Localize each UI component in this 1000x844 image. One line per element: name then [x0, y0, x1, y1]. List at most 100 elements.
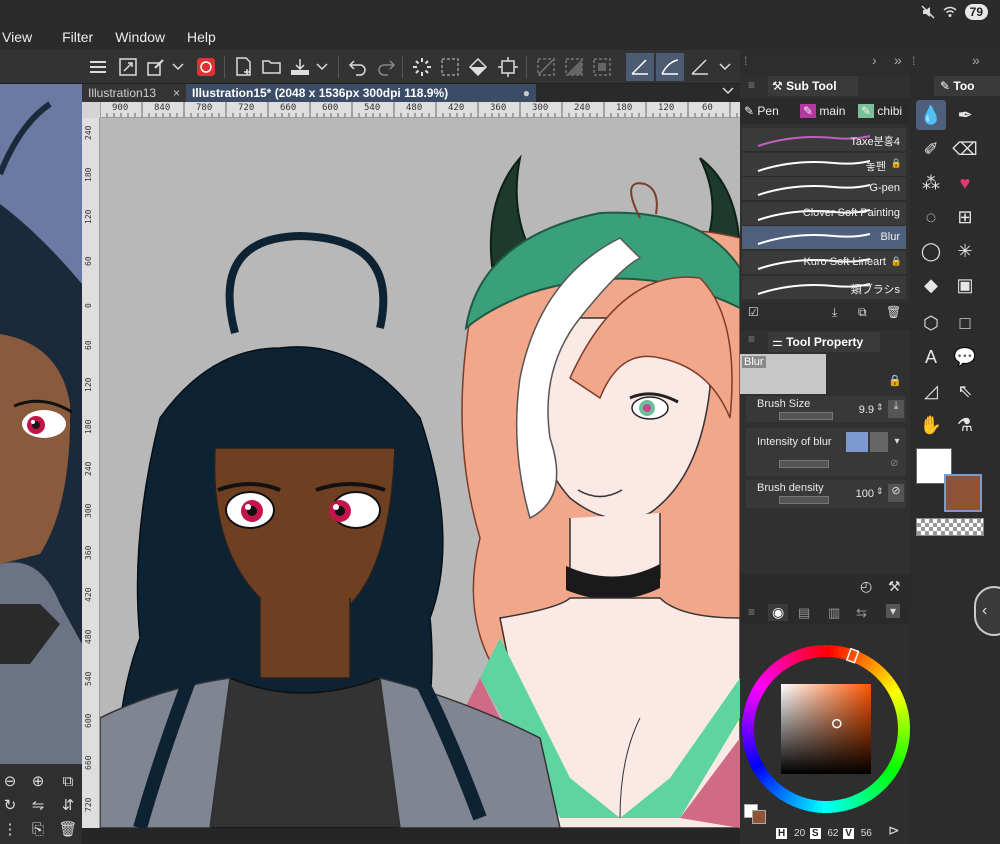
panel-menu-icon[interactable]: ≡: [748, 78, 755, 92]
stepper-icon[interactable]: ⇕: [876, 486, 884, 497]
menu-filter[interactable]: Filter: [40, 24, 101, 50]
drag-handle-icon[interactable]: ⁞: [744, 54, 747, 68]
blur-mode-alt-icon[interactable]: [870, 432, 888, 452]
color-set-tab-icon[interactable]: ▤: [798, 605, 810, 621]
pen-tool-icon[interactable]: ✒: [950, 100, 980, 130]
wrench-icon[interactable]: ⚒: [888, 578, 901, 595]
subtool-tab[interactable]: ⚒ Sub Tool: [768, 76, 858, 96]
chevron-down-icon[interactable]: ▾: [886, 604, 901, 618]
color-wheel-tab-icon[interactable]: ◉: [768, 604, 789, 621]
tab-main[interactable]: ✎ main: [800, 100, 845, 122]
tool-property-tab[interactable]: ⚌ Tool Property: [768, 332, 880, 352]
trash-icon[interactable]: 🗑: [886, 305, 901, 319]
brush-size-row[interactable]: Brush Size 9.9 ⇕ ⤓: [746, 396, 906, 422]
save-icon[interactable]: [288, 55, 312, 79]
quick-access-icon[interactable]: [144, 55, 168, 79]
chevron-down-icon[interactable]: [716, 55, 734, 79]
transparent-color-swatch[interactable]: [916, 518, 984, 536]
fill-icon[interactable]: [466, 55, 490, 79]
eraser-tool-icon[interactable]: ⌫: [950, 134, 980, 164]
main-canvas[interactable]: [100, 118, 740, 828]
lock-icon[interactable]: 🔒: [888, 374, 902, 387]
snap-grid-icon[interactable]: [688, 55, 712, 79]
select-all-icon[interactable]: [590, 55, 614, 79]
marker-tool-icon[interactable]: ✐: [916, 134, 946, 164]
companion-icon[interactable]: [194, 55, 218, 79]
brush-item[interactable]: 놓펜 🔒: [742, 152, 906, 177]
menu-window[interactable]: Window: [101, 24, 173, 50]
redo-icon[interactable]: [374, 55, 398, 79]
blur-mode-icon[interactable]: [846, 432, 868, 452]
brush-size-slider[interactable]: [779, 412, 833, 420]
clear-selection-icon[interactable]: [534, 55, 558, 79]
grid-globe-icon[interactable]: ⊞: [950, 202, 980, 232]
tab-illustration15[interactable]: Illustration15* (2048 x 1536px 300dpi 11…: [186, 84, 536, 102]
tab-chibi[interactable]: ✎ chibi: [858, 100, 902, 122]
chevron-down-icon[interactable]: [170, 55, 186, 79]
brush-item[interactable]: Kuro Soft Lineart 🔒: [742, 251, 906, 275]
hamburger-icon[interactable]: [86, 55, 110, 79]
brush-item[interactable]: 類ブラシs: [742, 275, 906, 300]
heart-decoration-icon[interactable]: ♥: [950, 168, 980, 198]
double-chevron-right-icon[interactable]: »: [972, 52, 980, 68]
sub-color-swatch[interactable]: [944, 474, 982, 512]
rotate-icon[interactable]: ↻: [0, 796, 20, 816]
double-chevron-right-icon[interactable]: »: [894, 52, 902, 68]
brush-item[interactable]: G-pen: [742, 177, 906, 202]
brush-density-row[interactable]: Brush density 100 ⇕ ⊘: [746, 480, 906, 508]
intermediate-color-tab-icon[interactable]: ▥: [828, 605, 840, 621]
brush-item[interactable]: Clover Soft Painting: [742, 201, 906, 226]
chevron-down-icon[interactable]: ▾: [890, 432, 904, 452]
color-wheel[interactable]: [740, 626, 910, 826]
blend-tool-icon[interactable]: ◌: [916, 202, 946, 232]
transform-icon[interactable]: [496, 55, 520, 79]
play-circle-icon[interactable]: ⊳: [888, 822, 900, 839]
grid-icon[interactable]: ⋮: [0, 820, 20, 840]
hand-icon[interactable]: ✋: [916, 410, 946, 440]
snap-special-ruler-icon[interactable]: [656, 53, 684, 81]
chevron-right-icon[interactable]: ›: [872, 52, 877, 68]
selection-icon[interactable]: [438, 55, 462, 79]
close-icon[interactable]: ×: [173, 84, 180, 102]
text-icon[interactable]: A: [916, 342, 946, 372]
side-panel-handle[interactable]: ‹: [974, 586, 1000, 636]
airbrush-tool-icon[interactable]: ⁂: [916, 168, 946, 198]
pressure-icon[interactable]: ⊘: [890, 458, 898, 469]
invert-selection-icon[interactable]: [562, 55, 586, 79]
new-file-icon[interactable]: [232, 55, 256, 79]
tab-illustration13[interactable]: Illustration13 ×: [82, 84, 186, 102]
trash-icon[interactable]: 🗑: [58, 820, 78, 840]
panel-menu-icon[interactable]: ≡: [748, 605, 755, 619]
export-icon[interactable]: ⎘: [28, 820, 48, 840]
undo-icon[interactable]: [346, 55, 370, 79]
flip-vertical-icon[interactable]: ⇵: [58, 796, 78, 816]
ruler-snap-icon[interactable]: [626, 53, 654, 81]
brush-item[interactable]: Taxe분홍4: [742, 128, 906, 152]
operation-icon[interactable]: ⇖: [950, 376, 980, 406]
ruler-icon[interactable]: ◿: [916, 376, 946, 406]
magic-wand-icon[interactable]: ✳: [950, 236, 980, 266]
menu-help[interactable]: Help: [173, 24, 224, 50]
stepper-icon[interactable]: ⇕: [876, 402, 884, 413]
tool-tab[interactable]: ✎ Too: [934, 76, 1000, 96]
loading-icon[interactable]: [410, 55, 434, 79]
pressure-toggle-icon[interactable]: ⊘: [888, 484, 904, 502]
duplicate-icon[interactable]: ⧉: [858, 305, 867, 320]
tab-pen[interactable]: ✎ Pen: [744, 100, 779, 122]
blur-tool-icon[interactable]: 💧: [916, 100, 946, 130]
intensity-slider[interactable]: [779, 460, 829, 468]
modified-dot-icon[interactable]: ●: [523, 84, 530, 102]
brush-density-slider[interactable]: [779, 496, 829, 504]
fill-bucket-icon[interactable]: ◆: [916, 270, 946, 300]
chevron-down-icon[interactable]: [722, 84, 734, 98]
import-icon[interactable]: ⤓: [832, 305, 837, 320]
approximate-color-tab-icon[interactable]: ⇆: [856, 605, 867, 621]
speech-balloon-icon[interactable]: 💬: [950, 342, 980, 372]
fullscreen-icon[interactable]: [116, 55, 140, 79]
3d-cube-icon[interactable]: ⬡: [916, 308, 946, 338]
history-icon[interactable]: ◴: [860, 578, 872, 595]
canvas-scrollbar[interactable]: [82, 828, 740, 844]
fit-view-icon[interactable]: ⧉: [58, 772, 78, 792]
drag-handle-icon[interactable]: ⁞: [912, 54, 915, 68]
zoom-out-icon[interactable]: ⊖: [0, 772, 20, 792]
